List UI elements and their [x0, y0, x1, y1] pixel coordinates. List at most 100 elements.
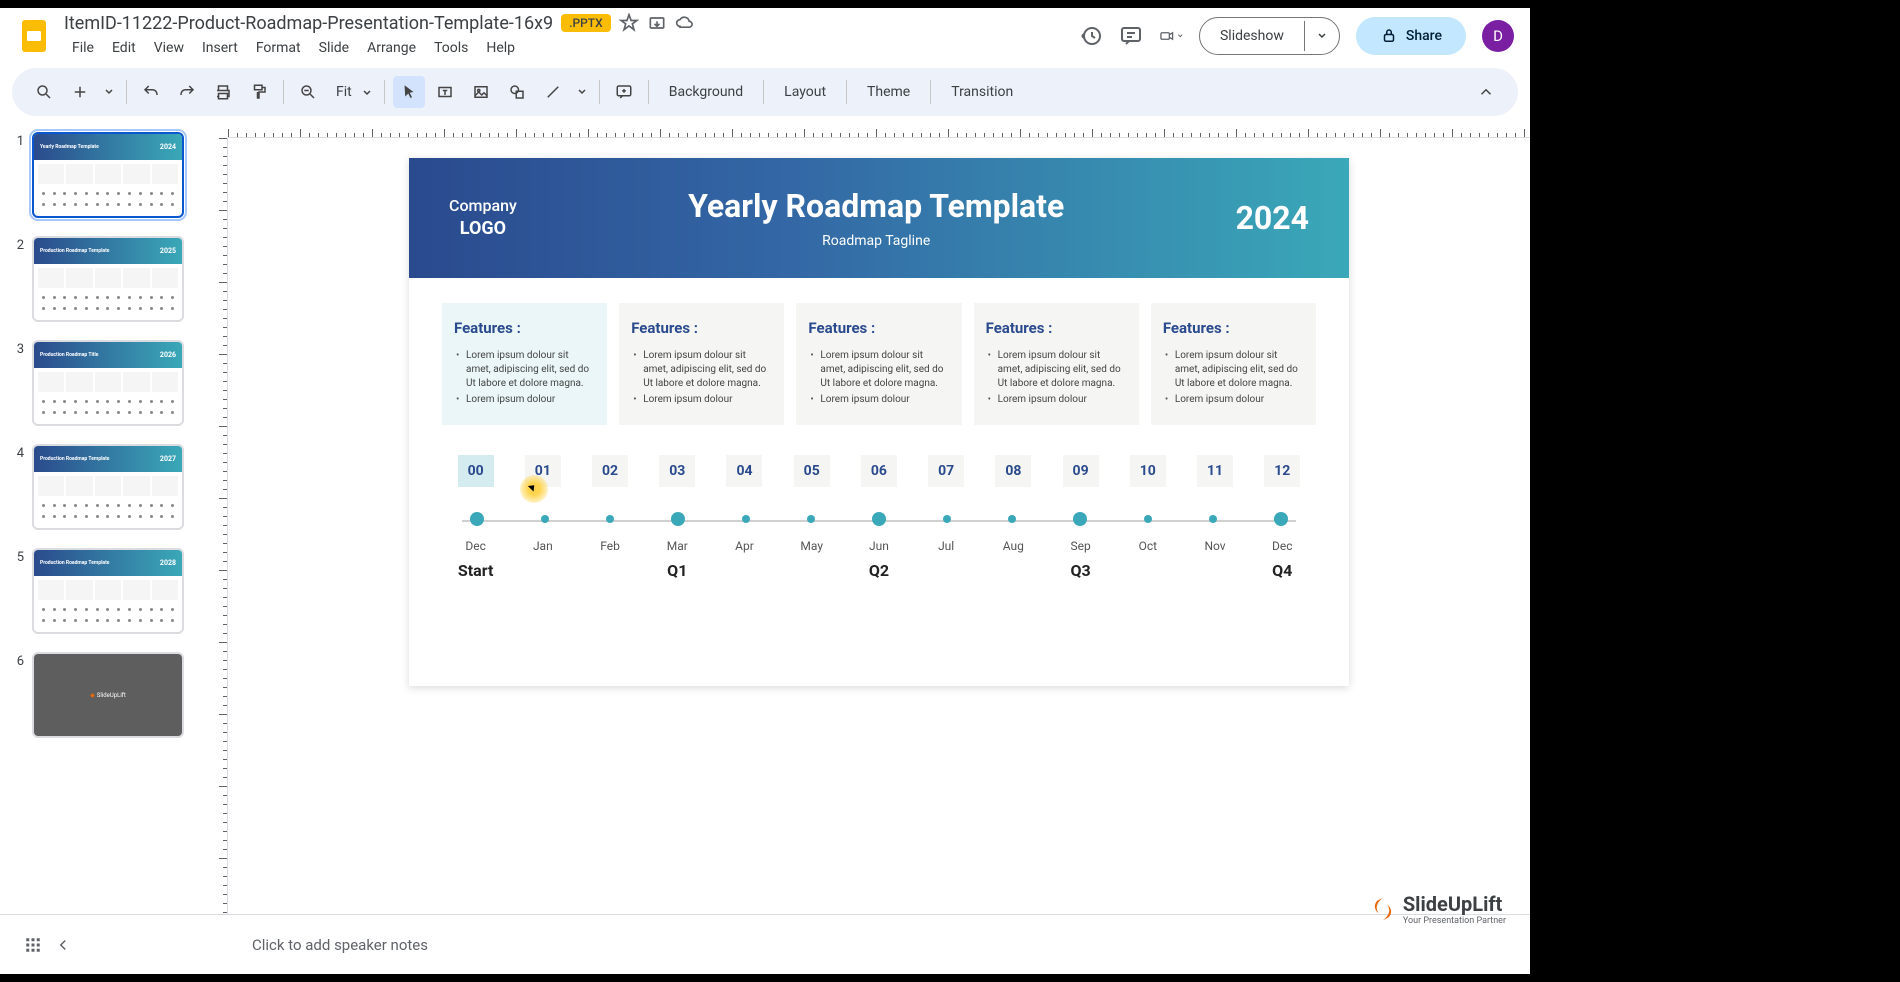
feature-item: Lorem ipsum dolour sit amet, adipiscing … [986, 349, 1127, 391]
thumbnail-preview[interactable]: Production Roadmap Template2028 [32, 548, 184, 634]
toolbar: Fit Background Layout Theme Transition [12, 68, 1518, 116]
timeline-number: 11 [1197, 455, 1233, 487]
menu-arrange[interactable]: Arrange [359, 36, 424, 60]
meet-icon[interactable] [1159, 24, 1183, 48]
timeline-quarter [916, 561, 976, 580]
timeline-number: 12 [1264, 455, 1300, 487]
move-icon[interactable] [647, 13, 667, 33]
avatar[interactable]: D [1482, 20, 1514, 52]
menu-format[interactable]: Format [248, 36, 309, 60]
timeline-month: Jun [861, 539, 897, 553]
zoom-out-button[interactable] [292, 76, 324, 108]
slide-tagline: Roadmap Tagline [517, 233, 1236, 249]
menu-tools[interactable]: Tools [426, 36, 476, 60]
thumbnail-6[interactable]: 6◆SlideUpLift [8, 652, 202, 738]
undo-button[interactable] [135, 76, 167, 108]
transition-button[interactable]: Transition [939, 78, 1025, 106]
thumbnail-preview[interactable]: Yearly Roadmap Template2024 [32, 132, 184, 218]
feature-item: Lorem ipsum dolour sit amet, adipiscing … [808, 349, 949, 391]
history-icon[interactable] [1079, 24, 1103, 48]
feature-item: Lorem ipsum dolour [631, 393, 772, 407]
zoom-select[interactable]: Fit [328, 80, 376, 104]
timeline-number: 10 [1130, 455, 1166, 487]
thumbnail-panel[interactable]: 1Yearly Roadmap Template2024 2Production … [0, 120, 210, 978]
grid-view-icon[interactable] [24, 936, 42, 954]
menu-file[interactable]: File [64, 36, 102, 60]
timeline-dot [1144, 515, 1152, 523]
menu-slide[interactable]: Slide [311, 36, 357, 60]
thumbnail-5[interactable]: 5Production Roadmap Template2028 [8, 548, 202, 634]
thumbnail-number: 1 [8, 132, 24, 218]
select-tool[interactable] [393, 76, 425, 108]
layout-button[interactable]: Layout [772, 78, 838, 106]
feature-card-3: Features :Lorem ipsum dolour sit amet, a… [974, 303, 1139, 425]
file-badge: .PPTX [561, 14, 611, 32]
paint-format-button[interactable] [243, 76, 275, 108]
speaker-notes-input[interactable]: Click to add speaker notes [252, 936, 428, 954]
print-button[interactable] [207, 76, 239, 108]
image-tool[interactable] [465, 76, 497, 108]
timeline-dot [470, 512, 484, 526]
share-button[interactable]: Share [1356, 17, 1466, 55]
comment-add-button[interactable] [608, 76, 640, 108]
thumbnail-4[interactable]: 4Production Roadmap Template2027 [8, 444, 202, 530]
thumbnail-2[interactable]: 2Production Roadmap Template2025 [8, 236, 202, 322]
slides-logo[interactable] [16, 18, 52, 54]
menu-insert[interactable]: Insert [194, 36, 246, 60]
shape-tool[interactable] [501, 76, 533, 108]
company-logo: Company LOGO [449, 196, 517, 240]
timeline-dot [1008, 515, 1016, 523]
textbox-tool[interactable] [429, 76, 461, 108]
timeline-dot [1209, 515, 1217, 523]
slideshow-dropdown[interactable] [1304, 21, 1339, 51]
thumbnail-3[interactable]: 3Production Roadmap Title2026 [8, 340, 202, 426]
background-button[interactable]: Background [657, 78, 755, 106]
timeline-number: 06 [861, 455, 897, 487]
timeline-number: 01 [525, 455, 561, 487]
thumbnail-preview[interactable]: Production Roadmap Template2027 [32, 444, 184, 530]
timeline-number: 05 [794, 455, 830, 487]
menu-edit[interactable]: Edit [104, 36, 144, 60]
feature-title: Features : [631, 319, 772, 337]
feature-card-1: Features :Lorem ipsum dolour sit amet, a… [619, 303, 784, 425]
thumbnail-1[interactable]: 1Yearly Roadmap Template2024 [8, 132, 202, 218]
search-icon[interactable] [28, 76, 60, 108]
cloud-icon[interactable] [675, 13, 695, 33]
chevron-left-icon[interactable] [54, 936, 72, 954]
timeline-dot [1274, 512, 1288, 526]
timeline-month: Nov [1197, 539, 1233, 553]
share-button-label: Share [1406, 28, 1442, 44]
timeline-quarter: Q1 [647, 561, 707, 580]
collapse-toolbar-icon[interactable] [1470, 76, 1502, 108]
menu-view[interactable]: View [146, 36, 192, 60]
new-slide-dropdown[interactable] [100, 76, 118, 108]
feature-item: Lorem ipsum dolour [1163, 393, 1304, 407]
timeline-quarter: Q2 [849, 561, 909, 580]
watermark: SlideUpLift Your Presentation Partner [1369, 892, 1506, 926]
slide[interactable]: Company LOGO Yearly Roadmap Template Roa… [409, 158, 1349, 686]
line-dropdown[interactable] [573, 76, 591, 108]
new-slide-button[interactable] [64, 76, 96, 108]
feature-card-2: Features :Lorem ipsum dolour sit amet, a… [796, 303, 961, 425]
thumbnail-preview[interactable]: Production Roadmap Title2026 [32, 340, 184, 426]
comment-icon[interactable] [1119, 24, 1143, 48]
slide-title: Yearly Roadmap Template [517, 187, 1236, 225]
feature-card-4: Features :Lorem ipsum dolour sit amet, a… [1151, 303, 1316, 425]
slideshow-button-label[interactable]: Slideshow [1200, 18, 1304, 54]
zoom-value: Fit [336, 84, 352, 100]
canvas-area[interactable]: Company LOGO Yearly Roadmap Template Roa… [210, 120, 1530, 978]
timeline-dot [541, 515, 549, 523]
document-title[interactable]: ItemID-11222-Product-Roadmap-Presentatio… [64, 13, 553, 34]
redo-button[interactable] [171, 76, 203, 108]
timeline-dot [671, 512, 685, 526]
thumbnail-preview[interactable]: Production Roadmap Template2025 [32, 236, 184, 322]
timeline-dot [606, 515, 614, 523]
menu-help[interactable]: Help [478, 36, 523, 60]
slideshow-button[interactable]: Slideshow [1199, 17, 1340, 55]
line-tool[interactable] [537, 76, 569, 108]
timeline-number: 02 [592, 455, 628, 487]
theme-button[interactable]: Theme [855, 78, 922, 106]
star-icon[interactable] [619, 13, 639, 33]
ruler-horizontal [228, 120, 1530, 138]
thumbnail-preview[interactable]: ◆SlideUpLift [32, 652, 184, 738]
